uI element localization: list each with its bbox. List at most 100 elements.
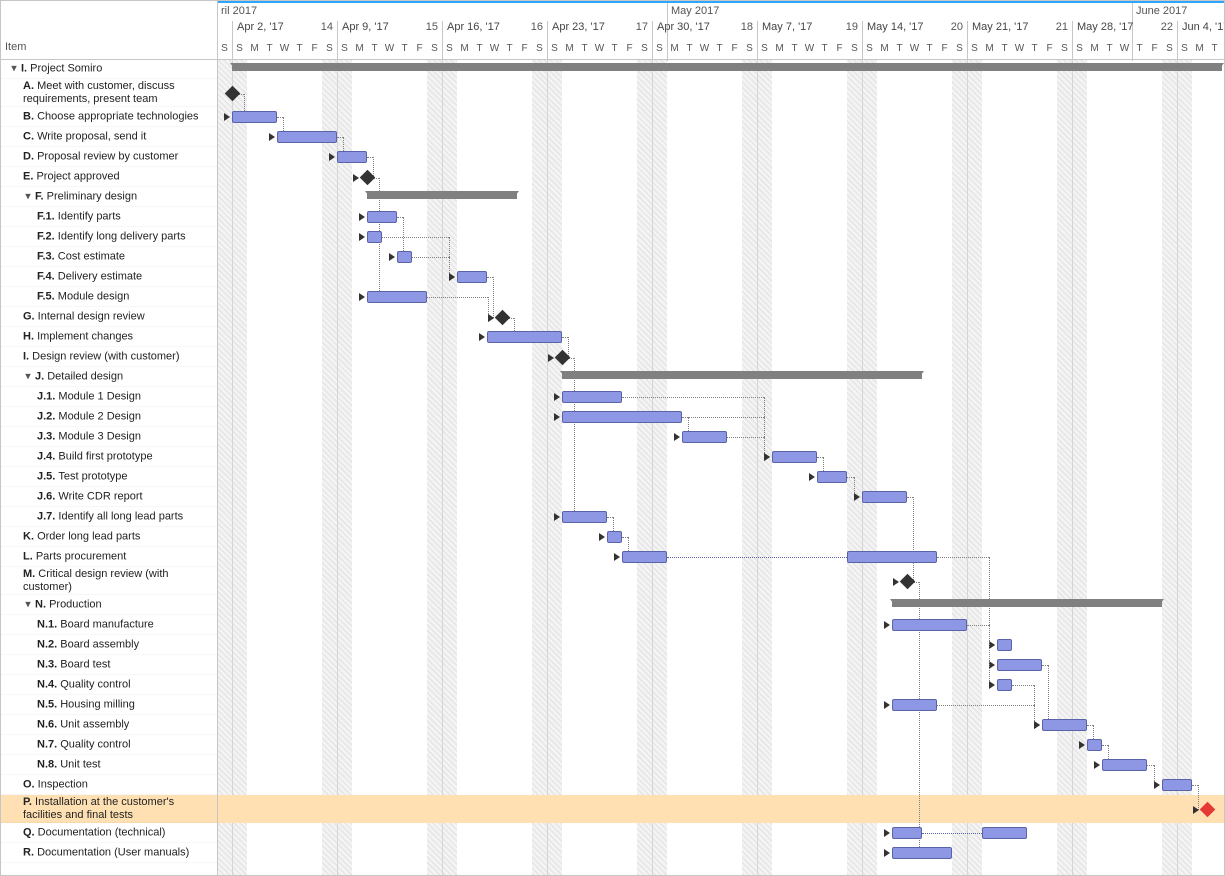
task-row[interactable]: N.1. Board manufacture — [1, 615, 217, 635]
summary-bar[interactable] — [232, 63, 1222, 71]
task-bar[interactable] — [997, 679, 1012, 691]
task-bar[interactable] — [562, 391, 622, 403]
task-row[interactable]: J.5. Test prototype — [1, 467, 217, 487]
task-label: N.7. Quality control — [1, 738, 217, 751]
task-row[interactable]: O. Inspection — [1, 775, 217, 795]
task-row[interactable]: J.4. Build first prototype — [1, 447, 217, 467]
task-bar[interactable] — [337, 151, 367, 163]
task-row[interactable]: J.2. Module 2 Design — [1, 407, 217, 427]
expand-caret-icon[interactable]: ▾ — [23, 370, 33, 383]
day-cell: W — [802, 39, 817, 59]
task-row[interactable]: G. Internal design review — [1, 307, 217, 327]
task-row[interactable]: F.2. Identify long delivery parts — [1, 227, 217, 247]
task-bar[interactable] — [457, 271, 487, 283]
task-bar[interactable] — [277, 131, 337, 143]
expand-caret-icon[interactable]: ▾ — [23, 598, 33, 611]
task-bar[interactable] — [367, 211, 397, 223]
task-label: ▾J. Detailed design — [1, 370, 217, 383]
task-bar[interactable] — [1102, 759, 1147, 771]
day-cell: M — [772, 39, 787, 59]
task-row[interactable]: N.5. Housing milling — [1, 695, 217, 715]
summary-bar[interactable] — [892, 599, 1162, 607]
task-bar[interactable] — [997, 639, 1012, 651]
summary-bar[interactable] — [367, 191, 517, 199]
task-bar[interactable] — [1162, 779, 1192, 791]
task-row[interactable]: ▾N. Production — [1, 595, 217, 615]
gantt-chart-body[interactable] — [217, 59, 1224, 875]
task-bar[interactable] — [562, 511, 607, 523]
day-cell: S — [847, 39, 862, 59]
task-row[interactable]: D. Proposal review by customer — [1, 147, 217, 167]
task-bar[interactable] — [847, 551, 937, 563]
task-row[interactable]: J.1. Module 1 Design — [1, 387, 217, 407]
task-row[interactable]: I. Design review (with customer) — [1, 347, 217, 367]
task-row[interactable]: N.4. Quality control — [1, 675, 217, 695]
day-cell: F — [727, 39, 742, 59]
task-list[interactable]: ▾I. Project SomiroA. Meet with customer,… — [1, 59, 218, 875]
task-bar[interactable] — [622, 551, 667, 563]
task-bar[interactable] — [367, 291, 427, 303]
expand-caret-icon[interactable]: ▾ — [23, 190, 33, 203]
task-row[interactable]: E. Project approved — [1, 167, 217, 187]
task-row[interactable]: N.3. Board test — [1, 655, 217, 675]
task-row[interactable]: Q. Documentation (technical) — [1, 823, 217, 843]
task-bar[interactable] — [1087, 739, 1102, 751]
task-row[interactable]: K. Order long lead parts — [1, 527, 217, 547]
task-row[interactable]: L. Parts procurement — [1, 547, 217, 567]
task-row[interactable]: ▾I. Project Somiro — [1, 59, 217, 79]
day-cell: M — [982, 39, 997, 59]
task-row[interactable]: P. Installation at the customer's facili… — [1, 795, 217, 823]
task-row[interactable]: N.7. Quality control — [1, 735, 217, 755]
task-bar[interactable] — [862, 491, 907, 503]
milestone-diamond-icon[interactable] — [495, 309, 511, 325]
task-bar[interactable] — [397, 251, 412, 263]
task-bar[interactable] — [817, 471, 847, 483]
task-row[interactable]: H. Implement changes — [1, 327, 217, 347]
week-cell: May 21, '1721 — [967, 21, 1072, 39]
task-bar[interactable] — [487, 331, 562, 343]
task-row[interactable]: N.6. Unit assembly — [1, 715, 217, 735]
task-row[interactable]: ▾F. Preliminary design — [1, 187, 217, 207]
day-cell: S — [547, 39, 562, 59]
task-label: J.3. Module 3 Design — [1, 430, 217, 443]
task-bar[interactable] — [682, 431, 727, 443]
task-row[interactable]: N.2. Board assembly — [1, 635, 217, 655]
task-label: D. Proposal review by customer — [1, 150, 217, 163]
task-bar[interactable] — [607, 531, 622, 543]
day-cell: M — [667, 39, 682, 59]
task-row[interactable]: F.3. Cost estimate — [1, 247, 217, 267]
week-cell: May 28, '1722 — [1072, 21, 1177, 39]
task-bar[interactable] — [1042, 719, 1087, 731]
task-row[interactable]: C. Write proposal, send it — [1, 127, 217, 147]
task-bar[interactable] — [892, 847, 952, 859]
task-bar[interactable] — [997, 659, 1042, 671]
timeline-day-row: SSMTWTFSSMTWTFSSMTWTFSSMTWTFSSMTWTFSSMTW… — [217, 39, 1224, 59]
expand-caret-icon[interactable]: ▾ — [9, 62, 19, 75]
day-cell: S — [952, 39, 967, 59]
task-row[interactable]: J.7. Identify all long lead parts — [1, 507, 217, 527]
task-row[interactable]: R. Documentation (User manuals) — [1, 843, 217, 863]
day-cell: T — [922, 39, 937, 59]
task-row[interactable]: J.6. Write CDR report — [1, 487, 217, 507]
task-bar[interactable] — [367, 231, 382, 243]
task-bar[interactable] — [982, 827, 1027, 839]
task-bar[interactable] — [232, 111, 277, 123]
task-bar[interactable] — [892, 619, 967, 631]
task-row[interactable]: F.1. Identify parts — [1, 207, 217, 227]
summary-bar[interactable] — [562, 371, 922, 379]
task-row[interactable]: M. Critical design review (with customer… — [1, 567, 217, 595]
task-bar[interactable] — [562, 411, 682, 423]
day-cell: F — [832, 39, 847, 59]
task-row[interactable]: ▾J. Detailed design — [1, 367, 217, 387]
task-row[interactable]: J.3. Module 3 Design — [1, 427, 217, 447]
task-label: G. Internal design review — [1, 310, 217, 323]
task-row[interactable]: F.4. Delivery estimate — [1, 267, 217, 287]
task-bar[interactable] — [892, 827, 922, 839]
task-bar[interactable] — [772, 451, 817, 463]
task-row[interactable]: A. Meet with customer, discuss requireme… — [1, 79, 217, 107]
task-bar[interactable] — [892, 699, 937, 711]
timeline-week-row: Apr 2, '1714Apr 9, '1715Apr 16, '1716Apr… — [217, 21, 1224, 39]
task-row[interactable]: B. Choose appropriate technologies — [1, 107, 217, 127]
task-row[interactable]: N.8. Unit test — [1, 755, 217, 775]
task-row[interactable]: F.5. Module design — [1, 287, 217, 307]
